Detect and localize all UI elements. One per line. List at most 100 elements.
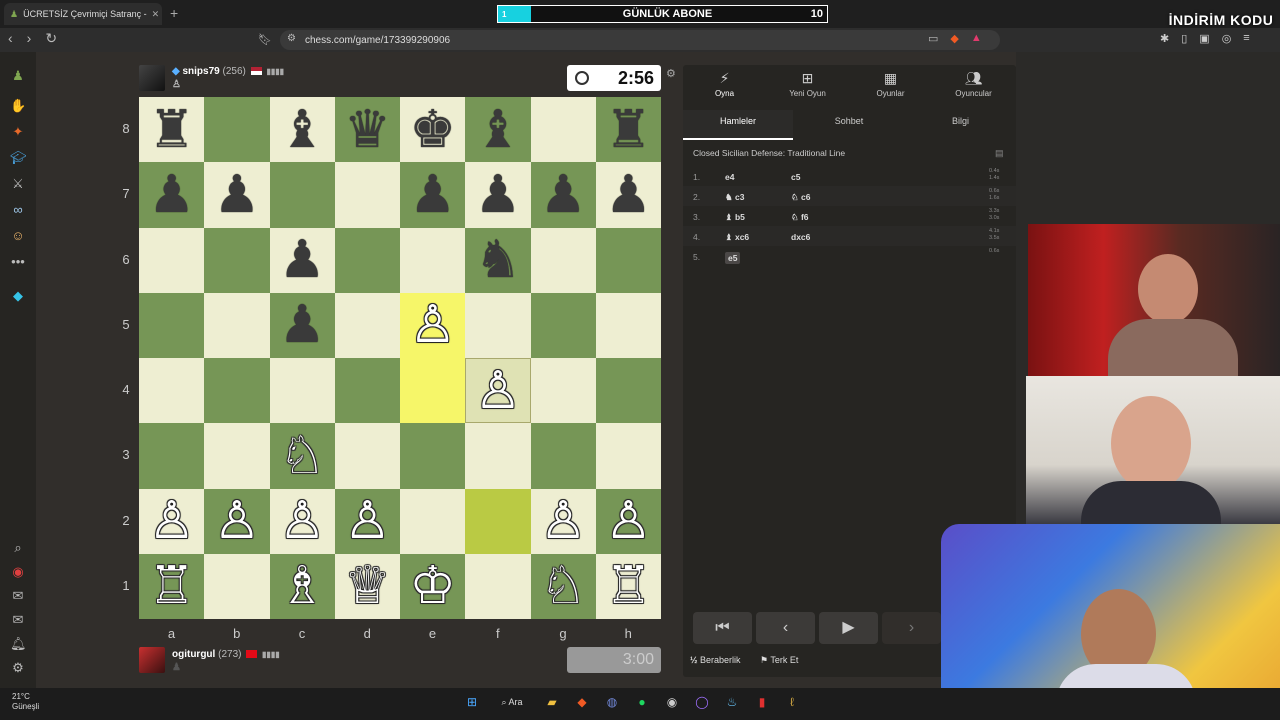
spotify-icon[interactable]: ●: [632, 692, 652, 712]
black-piece-icon[interactable]: ♟: [279, 299, 326, 351]
white-move[interactable]: ♞ c3: [725, 192, 744, 203]
board-square-e7[interactable]: ♟: [400, 162, 466, 228]
subtab-chat[interactable]: Sohbet: [793, 110, 905, 140]
board-square-a2[interactable]: ♙: [139, 488, 205, 554]
taskbar-search[interactable]: ⌕ Ara: [492, 692, 532, 712]
board-square-c6[interactable]: ♟: [269, 227, 335, 293]
white-move[interactable]: ♝ b5: [725, 212, 745, 223]
board-square-g3[interactable]: [530, 423, 596, 489]
board-square-h6[interactable]: [595, 227, 661, 293]
copy-icon[interactable]: ▤: [995, 148, 1004, 159]
white-piece-icon[interactable]: ♖: [605, 560, 652, 612]
app-icon[interactable]: ◯: [692, 692, 712, 712]
site-settings-icon[interactable]: ⚙: [287, 33, 296, 44]
board-square-f3[interactable]: [465, 423, 531, 489]
rewards-icon[interactable]: ▲: [971, 32, 982, 45]
url-field[interactable]: chess.com/game/173399290906: [280, 30, 1000, 50]
black-piece-icon[interactable]: ♟: [214, 169, 261, 221]
board-square-d4[interactable]: [334, 358, 400, 424]
board-square-d2[interactable]: ♙: [334, 488, 400, 554]
streaming-app-icon[interactable]: ▮: [752, 692, 772, 712]
black-piece-icon[interactable]: ♟: [605, 169, 652, 221]
forward-icon[interactable]: ›: [27, 30, 32, 47]
board-square-g2[interactable]: ♙: [530, 488, 596, 554]
black-piece-icon[interactable]: ♝: [279, 104, 326, 156]
white-piece-icon[interactable]: ♘: [540, 560, 587, 612]
black-piece-icon[interactable]: ♞: [475, 234, 522, 286]
browser-tab[interactable]: ♟ ÜCRETSİZ Çevrimiçi Satranç - ✕: [4, 3, 162, 25]
board-square-e1[interactable]: ♔: [400, 553, 466, 619]
board-square-a4[interactable]: [139, 358, 205, 424]
new-tab-icon[interactable]: +: [170, 5, 178, 21]
black-piece-icon[interactable]: ♟: [279, 234, 326, 286]
white-piece-icon[interactable]: ♙: [148, 495, 195, 547]
black-piece-icon[interactable]: ♝: [475, 104, 522, 156]
board-square-h3[interactable]: [595, 423, 661, 489]
board-square-c4[interactable]: [269, 358, 335, 424]
next-move-button[interactable]: ▶: [819, 612, 878, 644]
white-piece-icon[interactable]: ♙: [409, 299, 456, 351]
brave-shield-icon[interactable]: ◆: [950, 32, 958, 45]
windows-start-icon[interactable]: ⊞: [462, 692, 482, 712]
weather-widget[interactable]: 21°C Güneşli: [12, 692, 39, 712]
tab-players[interactable]: 👥︎ Oyuncular: [932, 67, 1015, 103]
white-move[interactable]: e5: [725, 252, 741, 264]
board-square-a1[interactable]: ♖: [139, 553, 205, 619]
draw-button[interactable]: ½ Beraberlik: [690, 655, 741, 665]
board-square-b6[interactable]: [204, 227, 270, 293]
board-square-e6[interactable]: [400, 227, 466, 293]
menu-icon[interactable]: ≡: [1243, 32, 1249, 45]
board-square-f6[interactable]: ♞: [465, 227, 531, 293]
black-piece-icon[interactable]: ♚: [409, 104, 456, 156]
white-piece-icon[interactable]: ♙: [540, 495, 587, 547]
board-square-h5[interactable]: [595, 292, 661, 358]
board-square-c3[interactable]: ♘: [269, 423, 335, 489]
learn-icon[interactable]: 🎓︎: [10, 150, 27, 166]
subtab-info[interactable]: Bilgi: [905, 110, 1016, 140]
board-settings-icon[interactable]: ⚙: [666, 67, 676, 80]
white-move[interactable]: ♝ xc6: [725, 232, 749, 243]
prev-move-button[interactable]: ‹: [756, 612, 815, 644]
black-piece-icon[interactable]: ♟: [148, 169, 195, 221]
premium-diamond-icon[interactable]: ◆: [10, 288, 26, 304]
board-square-c2[interactable]: ♙: [269, 488, 335, 554]
board-square-g6[interactable]: [530, 227, 596, 293]
white-piece-icon[interactable]: ♙: [214, 495, 261, 547]
board-square-c5[interactable]: ♟: [269, 292, 335, 358]
white-piece-icon[interactable]: ♙: [344, 495, 391, 547]
brave-browser-icon[interactable]: ◆: [572, 692, 592, 712]
profile-avatar-icon[interactable]: ◉: [10, 564, 26, 580]
board-square-d7[interactable]: [334, 162, 400, 228]
alerts-icon[interactable]: 🔔︎: [10, 636, 27, 652]
social-icon[interactable]: ☺: [10, 228, 26, 244]
black-move[interactable]: ♘ f6: [791, 212, 809, 223]
board-square-b7[interactable]: ♟: [204, 162, 270, 228]
board-square-h1[interactable]: ♖: [595, 553, 661, 619]
black-piece-icon[interactable]: ♛: [344, 104, 391, 156]
board-square-h2[interactable]: ♙: [595, 488, 661, 554]
search-icon[interactable]: ⌕: [10, 540, 26, 556]
board-square-e5[interactable]: ♙: [400, 292, 466, 358]
white-piece-icon[interactable]: ♙: [475, 365, 522, 417]
opponent-name[interactable]: snips79: [182, 66, 219, 77]
messages-icon[interactable]: ✉: [10, 612, 26, 628]
tab-play[interactable]: ⚡︎ Oyna: [683, 67, 766, 103]
black-move[interactable]: c5: [791, 172, 800, 182]
black-piece-icon[interactable]: ♟: [409, 169, 456, 221]
board-square-e4[interactable]: [400, 358, 466, 424]
subtab-moves[interactable]: Hamleler: [683, 110, 793, 140]
board-square-f4[interactable]: ♙: [465, 358, 531, 424]
white-move[interactable]: e4: [725, 172, 734, 182]
vpn-icon[interactable]: ◎: [1222, 32, 1232, 45]
close-tab-icon[interactable]: ✕: [152, 9, 160, 20]
white-piece-icon[interactable]: ♙: [279, 495, 326, 547]
board-square-g7[interactable]: ♟: [530, 162, 596, 228]
chess-board[interactable]: ♜ ♝ ♛ ♚ ♝ ♜ ♟ ♟ ♟ ♟ ♟ ♟ ♟ ♞ ♟ ♙ ♙ ♘ ♙ ♙ ♙ ♙ ♙ ♙ ♖ ♗ ♕ ♔ ♘ ♖: [139, 97, 661, 619]
board-square-a8[interactable]: ♜: [139, 97, 205, 163]
player-avatar[interactable]: [139, 647, 165, 673]
board-square-b4[interactable]: [204, 358, 270, 424]
board-square-h4[interactable]: [595, 358, 661, 424]
board-square-e3[interactable]: [400, 423, 466, 489]
board-square-b5[interactable]: [204, 292, 270, 358]
black-move[interactable]: ♘ c6: [791, 192, 810, 203]
